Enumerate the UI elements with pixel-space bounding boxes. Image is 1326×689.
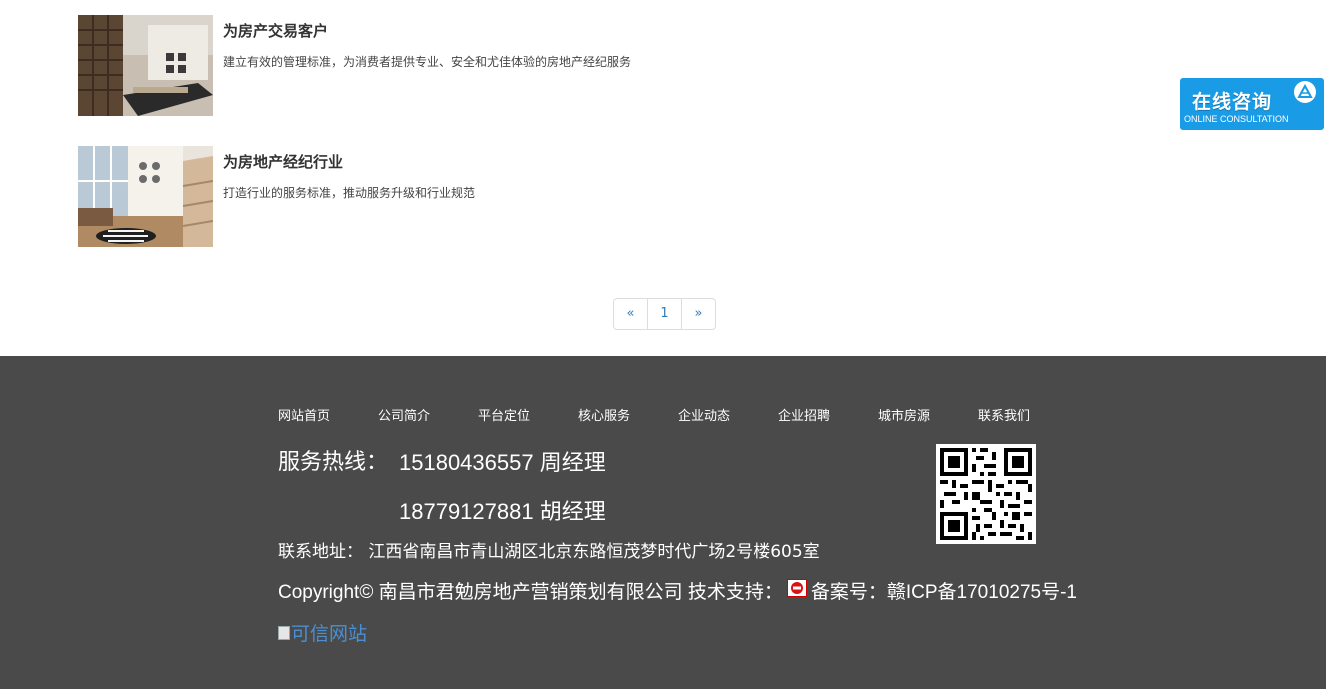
trusted-site-link[interactable]: 可信网站	[278, 619, 367, 646]
footer-link-news[interactable]: 企业动态	[678, 405, 778, 424]
chat-icon	[1294, 81, 1316, 103]
apartment-photo-thumbnail[interactable]	[78, 146, 213, 247]
hotline-number-2: 18779127881 胡经理	[399, 499, 606, 524]
online-consultation-button[interactable]: 在线咨询 ONLINE CONSULTATION	[1180, 78, 1324, 130]
item-description: 建立有效的管理标准，为消费者提供专业、安全和尤佳体验的房地产经纪服务	[223, 55, 632, 69]
copyright-line: Copyright© 南昌市君勉房地产营销策划有限公司 技术支持： 备案号：赣I…	[278, 577, 1077, 604]
item-title[interactable]: 为房产交易客户	[223, 20, 328, 41]
footer-nav: 网站首页 公司简介 平台定位 核心服务 企业动态 企业招聘 城市房源 联系我们	[278, 405, 1078, 424]
item-description: 打造行业的服务标准，推动服务升级和行业规范	[223, 186, 476, 200]
footer-link-listings[interactable]: 城市房源	[878, 405, 978, 424]
footer-link-jobs[interactable]: 企业招聘	[778, 405, 878, 424]
office-photo-thumbnail[interactable]	[78, 15, 213, 116]
list-item[interactable]: 为房地产经纪行业 打造行业的服务标准，推动服务升级和行业规范	[78, 146, 778, 247]
contact-address: 联系地址： 江西省南昌市青山湖区北京东路恒茂梦时代广场2号楼605室	[278, 542, 820, 562]
tech-support-icon[interactable]	[786, 578, 807, 603]
icp-record[interactable]: 备案号：赣ICP备17010275号-1	[811, 577, 1077, 604]
consult-sublabel: ONLINE CONSULTATION	[1184, 114, 1289, 124]
footer-link-positioning[interactable]: 平台定位	[478, 405, 578, 424]
hotline-number-1: 15180436557 周经理	[399, 450, 606, 475]
footer: 网站首页 公司简介 平台定位 核心服务 企业动态 企业招聘 城市房源 联系我们 …	[0, 356, 1326, 689]
item-title[interactable]: 为房地产经纪行业	[223, 151, 343, 172]
consult-label: 在线咨询	[1192, 91, 1273, 113]
qr-code	[936, 444, 1036, 544]
footer-link-about[interactable]: 公司简介	[378, 405, 478, 424]
page: 为房产交易客户 建立有效的管理标准，为消费者提供专业、安全和尤佳体验的房地产经纪…	[0, 0, 1326, 689]
list-item[interactable]: 为房产交易客户 建立有效的管理标准，为消费者提供专业、安全和尤佳体验的房地产经纪…	[78, 15, 778, 116]
page-1-button[interactable]: 1	[647, 299, 681, 329]
prev-page-button[interactable]: «	[614, 299, 647, 329]
footer-link-services[interactable]: 核心服务	[578, 405, 678, 424]
broken-image-icon	[278, 625, 290, 640]
trusted-site-alt-text: 可信网站	[291, 623, 368, 645]
footer-link-home[interactable]: 网站首页	[278, 405, 378, 424]
footer-link-contact[interactable]: 联系我们	[978, 405, 1078, 424]
copyright-text: Copyright© 南昌市君勉房地产营销策划有限公司 技术支持：	[278, 582, 783, 603]
hotline-label: 服务热线：	[278, 450, 389, 475]
pagination: « 1 »	[613, 298, 716, 330]
next-page-button[interactable]: »	[681, 299, 715, 329]
